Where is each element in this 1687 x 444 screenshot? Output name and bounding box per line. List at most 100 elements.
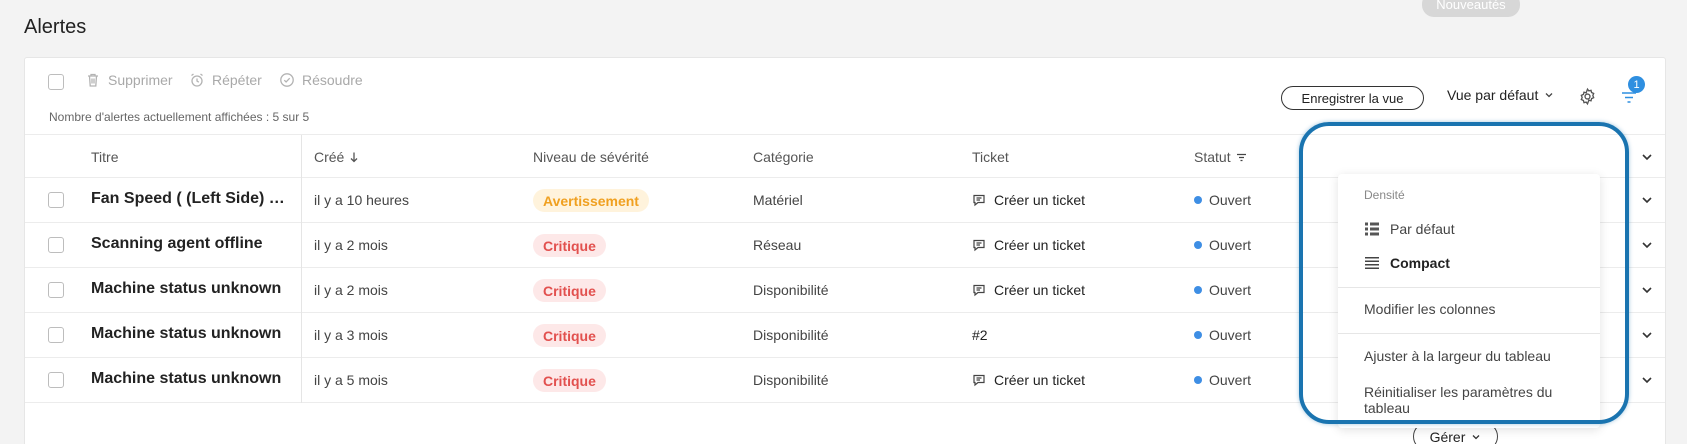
delete-button[interactable]: Supprimer: [85, 72, 173, 88]
row-checkbox[interactable]: [48, 327, 64, 343]
status-dot: [1194, 376, 1202, 384]
edit-columns-label: Modifier les colonnes: [1364, 301, 1496, 317]
status-cell: Ouvert: [1194, 372, 1251, 388]
header-title-label: Titre: [91, 149, 119, 165]
status-label: Ouvert: [1209, 192, 1252, 208]
resolve-label: Résoudre: [302, 72, 363, 88]
alert-title[interactable]: Machine status unknown: [91, 325, 291, 343]
alert-title[interactable]: Machine status unknown: [91, 280, 291, 298]
created-cell: il y a 2 mois: [314, 282, 388, 298]
repeat-label: Répéter: [212, 72, 262, 88]
fit-width-label: Ajuster à la largeur du tableau: [1364, 348, 1551, 364]
header-ticket[interactable]: Ticket: [972, 149, 1009, 165]
header-severity-label: Niveau de sévérité: [533, 149, 649, 165]
column-divider[interactable]: [301, 135, 302, 179]
view-select-label: Vue par défaut: [1447, 87, 1539, 103]
ticket-label: Créer un ticket: [994, 372, 1086, 388]
status-label: Ouvert: [1209, 237, 1252, 253]
column-divider: [301, 268, 302, 313]
chevron-down-icon[interactable]: [1640, 193, 1654, 207]
ticket-label: Créer un ticket: [994, 237, 1086, 253]
category-cell: Disponibilité: [753, 282, 829, 298]
list-default-icon: [1365, 222, 1379, 236]
status-cell: Ouvert: [1194, 192, 1251, 208]
edit-columns-option[interactable]: Modifier les colonnes: [1364, 301, 1496, 317]
sort-down-icon: [350, 152, 358, 163]
ticket-comment-icon: [973, 374, 985, 387]
row-checkbox[interactable]: [48, 372, 64, 388]
created-cell: il y a 10 heures: [314, 192, 409, 208]
filter-count-badge: 1: [1628, 76, 1645, 93]
reset-settings-option[interactable]: Réinitialiser les paramètres du tableau: [1364, 384, 1600, 416]
column-divider: [301, 223, 302, 268]
select-all-checkbox[interactable]: [48, 74, 64, 90]
create-ticket-link[interactable]: Créer un ticket: [972, 372, 1085, 388]
alert-title[interactable]: Fan Speed ( (Left Side) an…: [91, 190, 291, 208]
gear-icon[interactable]: [1578, 87, 1597, 106]
category-cell: Disponibilité: [753, 327, 829, 343]
chevron-down-icon[interactable]: [1640, 283, 1654, 297]
create-ticket-link[interactable]: Créer un ticket: [972, 282, 1085, 298]
repeat-button[interactable]: Répéter: [189, 72, 262, 88]
reset-settings-label: Réinitialiser les paramètres du tableau: [1364, 384, 1553, 416]
header-category-label: Catégorie: [753, 149, 814, 165]
row-checkbox[interactable]: [48, 237, 64, 253]
ticket-label: Créer un ticket: [994, 192, 1086, 208]
density-default-label: Par défaut: [1390, 221, 1455, 237]
category-cell: Réseau: [753, 237, 802, 253]
header-category[interactable]: Catégorie: [753, 149, 814, 165]
chevron-down-icon[interactable]: [1640, 150, 1654, 164]
column-divider: [301, 358, 302, 403]
create-ticket-link[interactable]: Créer un ticket: [972, 237, 1085, 253]
filter-small-icon[interactable]: [1236, 152, 1247, 163]
view-select[interactable]: Vue par défaut: [1447, 87, 1554, 103]
chevron-down-icon[interactable]: [1640, 328, 1654, 342]
chevron-down-icon[interactable]: [1640, 373, 1654, 387]
created-cell: il y a 5 mois: [314, 372, 388, 388]
row-checkbox[interactable]: [48, 282, 64, 298]
manage-label: Gérer: [1429, 428, 1466, 444]
alert-title[interactable]: Scanning agent offline: [91, 235, 291, 253]
alarm-clock-icon: [191, 73, 203, 87]
header-created[interactable]: Créé: [314, 149, 359, 165]
header-created-label: Créé: [314, 149, 345, 165]
severity-badge: Critique: [533, 369, 606, 392]
row-checkbox[interactable]: [48, 192, 64, 208]
created-cell: il y a 3 mois: [314, 327, 388, 343]
fit-width-option[interactable]: Ajuster à la largeur du tableau: [1364, 348, 1551, 364]
status-label: Ouvert: [1209, 372, 1252, 388]
header-ticket-label: Ticket: [972, 149, 1009, 165]
table-header: Titre Créé Niveau de sévérité Catégorie …: [25, 134, 1665, 179]
chevron-down-icon: [1545, 93, 1553, 98]
status-dot: [1194, 286, 1202, 294]
create-ticket-link[interactable]: Créer un ticket: [972, 192, 1085, 208]
ticket-link[interactable]: #2: [972, 327, 988, 343]
ticket-comment-icon: [973, 284, 985, 297]
status-cell: Ouvert: [1194, 237, 1251, 253]
status-dot: [1194, 196, 1202, 204]
severity-badge: Critique: [533, 324, 606, 347]
status-cell: Ouvert: [1194, 282, 1251, 298]
alert-title[interactable]: Machine status unknown: [91, 370, 291, 388]
category-cell: Matériel: [753, 192, 803, 208]
status-dot: [1194, 331, 1202, 339]
chevron-down-icon[interactable]: [1640, 238, 1654, 252]
status-dot: [1194, 241, 1202, 249]
status-label: Ouvert: [1209, 327, 1252, 343]
severity-badge: Critique: [533, 234, 606, 257]
density-compact-option[interactable]: Compact: [1364, 255, 1450, 271]
list-compact-icon: [1365, 257, 1379, 269]
category-cell: Disponibilité: [753, 372, 829, 388]
header-severity[interactable]: Niveau de sévérité: [533, 149, 649, 165]
density-compact-label: Compact: [1390, 255, 1450, 271]
density-default-option[interactable]: Par défaut: [1364, 221, 1455, 237]
created-cell: il y a 2 mois: [314, 237, 388, 253]
header-status-label: Statut: [1194, 149, 1231, 165]
news-badge[interactable]: Nouveautés: [1422, 0, 1520, 17]
severity-badge: Critique: [533, 279, 606, 302]
header-status[interactable]: Statut: [1194, 149, 1247, 165]
resolve-button[interactable]: Résoudre: [279, 72, 363, 88]
page-title: Alertes: [24, 16, 87, 38]
header-title[interactable]: Titre: [91, 149, 118, 165]
save-view-button[interactable]: Enregistrer la vue: [1281, 86, 1424, 110]
